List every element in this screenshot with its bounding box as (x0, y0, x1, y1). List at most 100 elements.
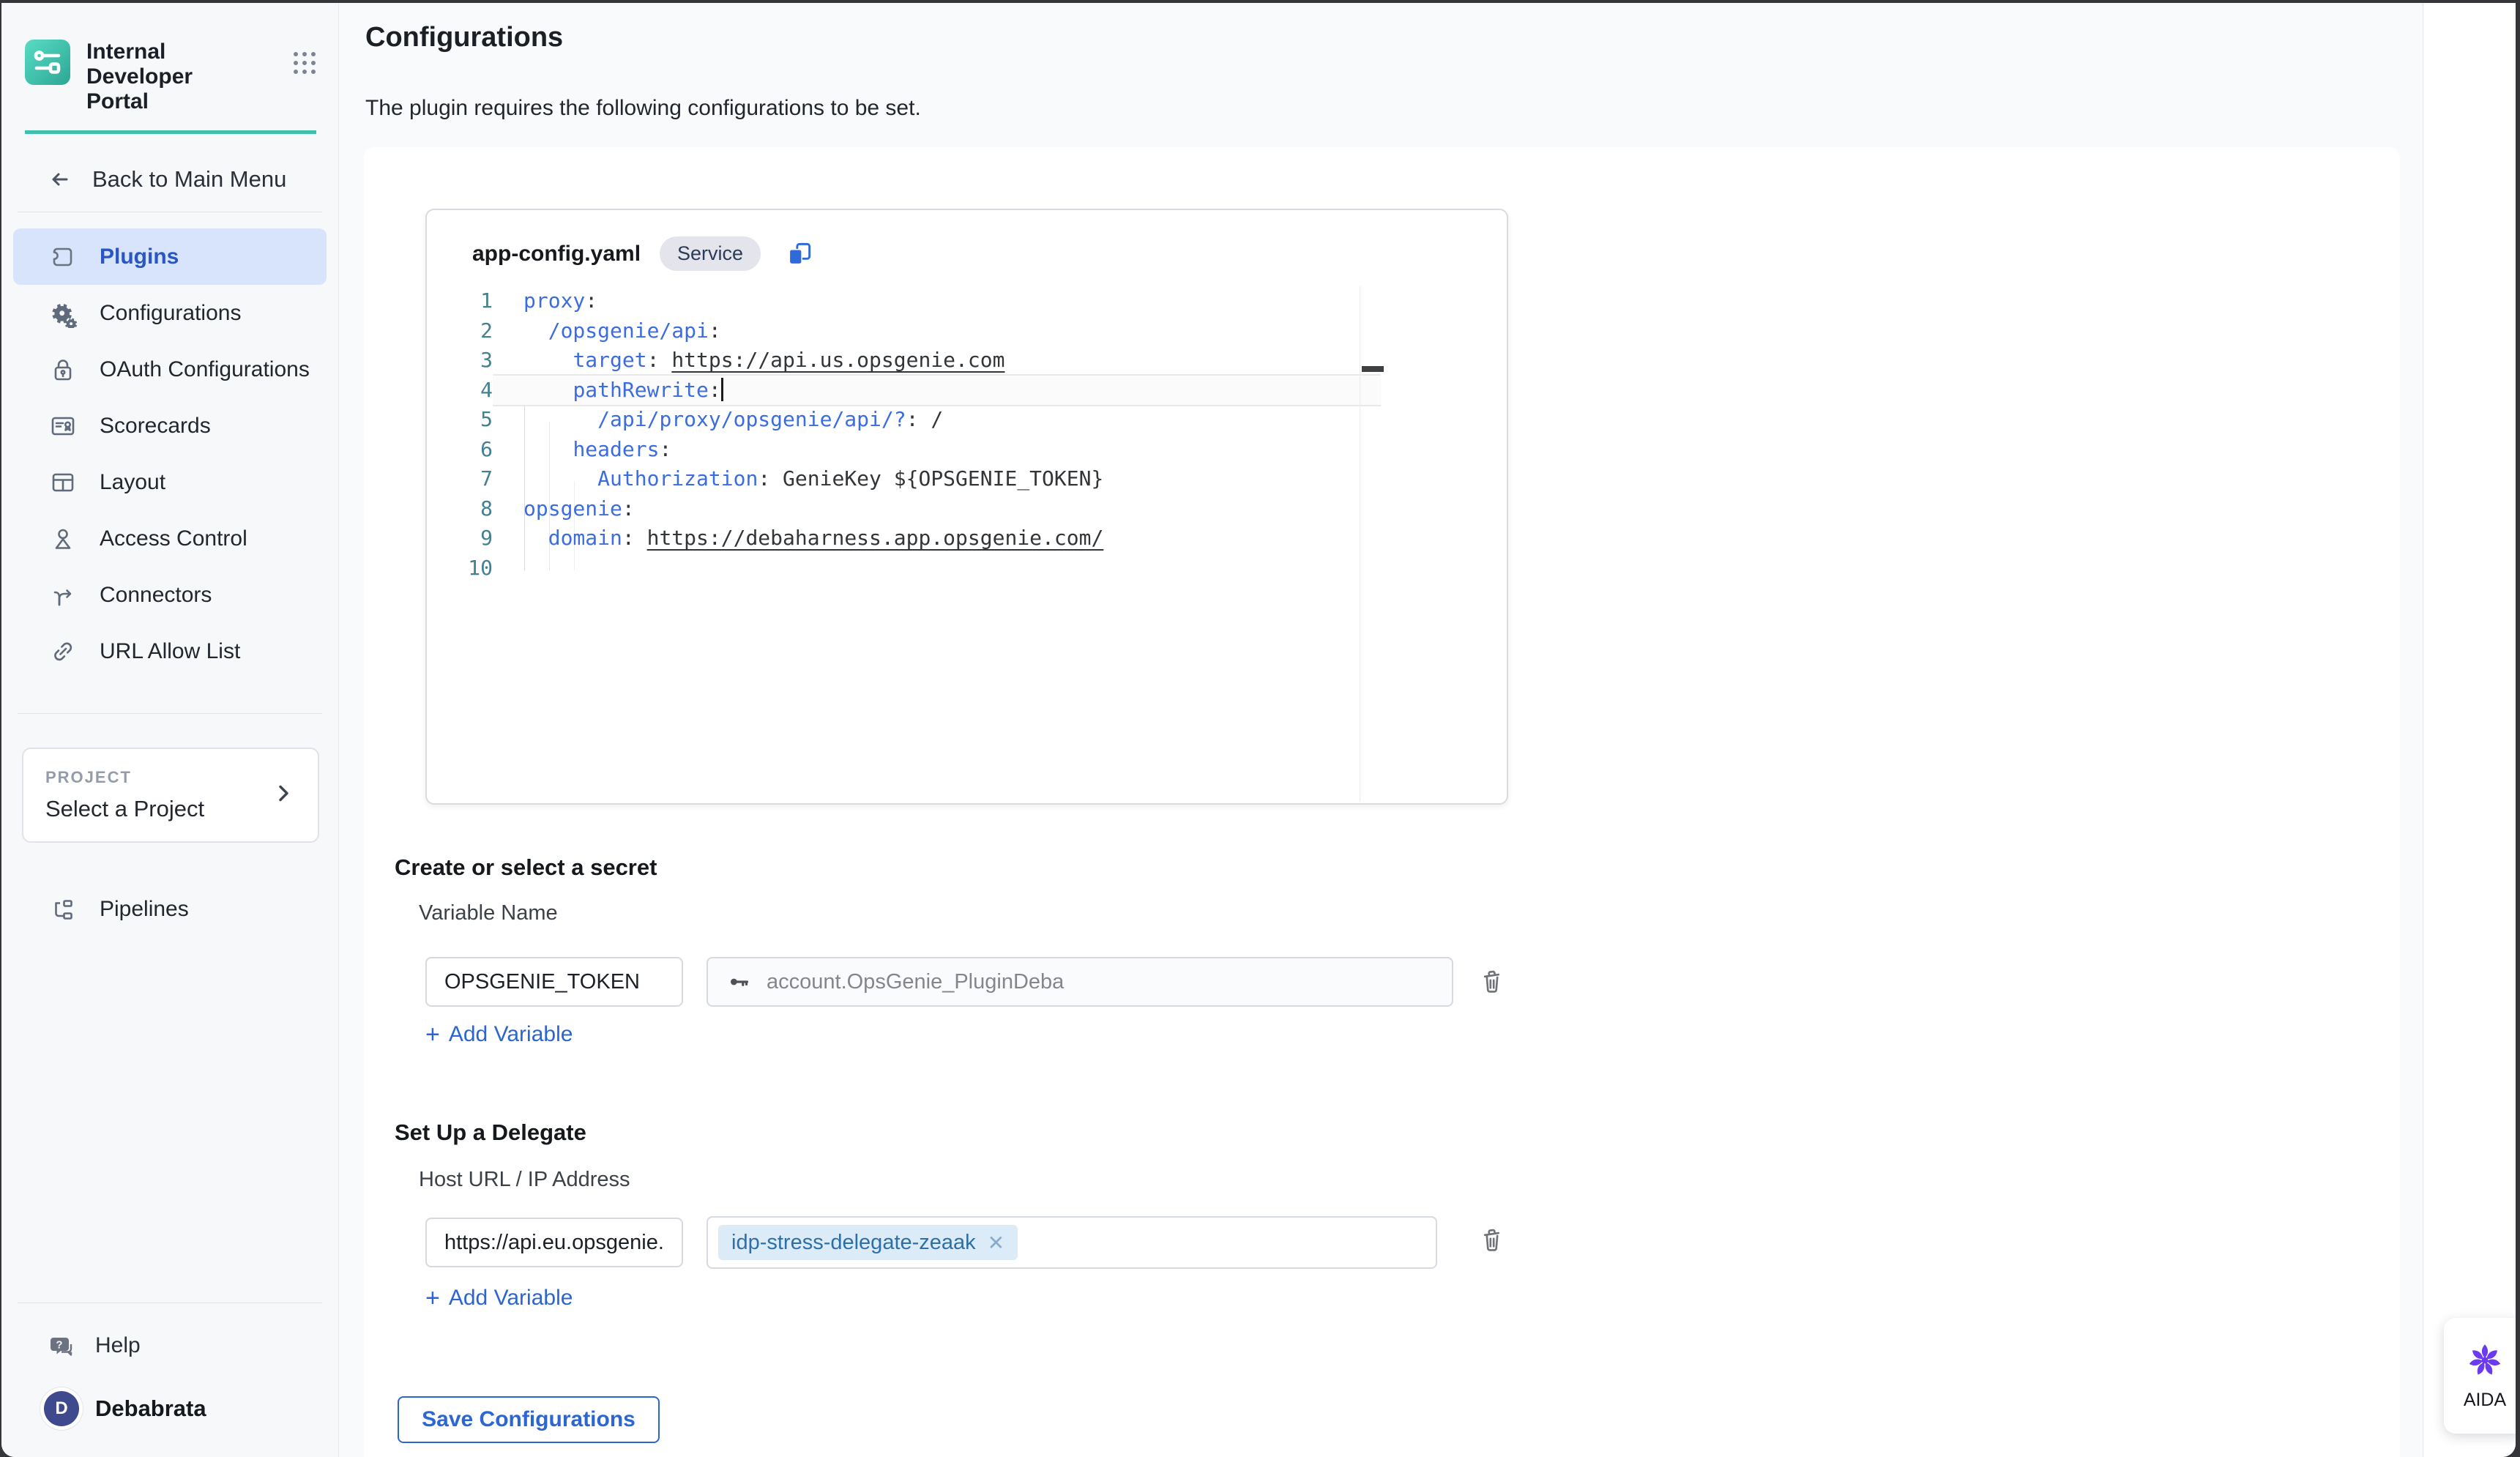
back-label: Back to Main Menu (92, 166, 286, 193)
secret-select-field[interactable]: account.OpsGenie_PluginDeba (707, 957, 1453, 1007)
sidebar-nav: Plugins Configurations OAuth Configurati… (1, 228, 338, 679)
code-line[interactable]: 1 proxy: (427, 286, 1507, 316)
aida-assistant-button[interactable]: AIDA (2444, 1318, 2516, 1434)
line-number: 3 (427, 346, 493, 376)
sidebar-item-label: Access Control (100, 526, 247, 551)
sidebar-item-url-allow-list[interactable]: URL Allow List (13, 623, 327, 679)
save-configurations-button[interactable]: Save Configurations (398, 1396, 660, 1443)
line-number: 8 (427, 494, 493, 524)
code-line[interactable]: 6 headers: (427, 435, 1507, 465)
gears-icon (48, 299, 78, 328)
key-icon (726, 968, 753, 996)
variable-name-input[interactable] (425, 957, 683, 1007)
sidebar-item-label: Plugins (100, 245, 179, 269)
delete-secret-icon[interactable] (1476, 964, 1508, 1000)
person-icon (48, 524, 78, 554)
host-url-input[interactable] (425, 1218, 683, 1267)
code-editor[interactable]: 1 proxy: 2 /opsgenie/api: 3 target: http… (427, 286, 1507, 803)
editor-filename: app-config.yaml (472, 242, 641, 267)
help-button[interactable]: Help (1, 1303, 338, 1360)
delegate-section-heading: Set Up a Delegate (395, 1119, 586, 1146)
code-line[interactable]: 4 pathRewrite: (427, 376, 1507, 406)
entity-type-badge: Service (660, 236, 761, 271)
project-value: Select a Project (45, 796, 300, 822)
sidebar-item-scorecards[interactable]: Scorecards (13, 398, 327, 454)
remove-tag-icon[interactable]: ✕ (988, 1231, 1004, 1255)
pipelines-label: Pipelines (100, 897, 189, 922)
line-number: 1 (427, 286, 493, 316)
brand: Internal Developer Portal (1, 3, 338, 114)
sidebar-item-pipelines[interactable]: Pipelines (13, 881, 327, 937)
avatar: D (44, 1391, 79, 1426)
chevron-right-icon (271, 780, 299, 811)
line-number: 10 (427, 554, 493, 584)
puzzle-icon (48, 242, 78, 272)
line-number: 9 (427, 523, 493, 554)
delete-delegate-icon[interactable] (1476, 1222, 1508, 1259)
user-name: Debabrata (95, 1395, 206, 1422)
scorecard-icon (48, 411, 78, 441)
sidebar-item-label: Scorecards (100, 414, 211, 439)
right-rail: AIDA (2423, 3, 2516, 1457)
link-icon (48, 637, 78, 666)
code-line[interactable]: 8 opsgenie: (427, 494, 1507, 524)
sidebar-item-access-control[interactable]: Access Control (13, 510, 327, 567)
yaml-editor-card: app-config.yaml Service 1 proxy: 2 /opsg… (425, 209, 1508, 805)
line-number: 6 (427, 435, 493, 465)
lock-icon (48, 355, 78, 384)
line-number: 2 (427, 316, 493, 346)
code-line[interactable]: 9 domain: https://debaharness.app.opsgen… (427, 523, 1507, 554)
line-number: 7 (427, 464, 493, 494)
user-menu[interactable]: D Debabrata (1, 1360, 338, 1436)
arrow-left-icon (47, 166, 73, 193)
sidebar-item-oauth-configurations[interactable]: OAuth Configurations (13, 341, 327, 398)
brand-title: Internal Developer Portal (86, 40, 255, 114)
add-variable-label: Add Variable (449, 1286, 573, 1311)
code-line[interactable]: 5 /api/proxy/opsgenie/api/?: / (427, 405, 1507, 435)
project-selector[interactable]: PROJECT Select a Project (22, 748, 319, 843)
help-icon (47, 1331, 76, 1360)
sidebar-item-label: Layout (100, 470, 165, 495)
variable-name-label: Variable Name (419, 901, 558, 925)
plus-icon: + (425, 1287, 440, 1309)
plus-icon: + (425, 1024, 440, 1046)
main-content: Configurations The plugin requires the f… (339, 3, 2423, 1457)
sidebar-item-plugins[interactable]: Plugins (13, 228, 327, 285)
copy-icon[interactable] (784, 239, 815, 269)
sidebar-item-label: Connectors (100, 583, 212, 608)
sidebar-item-label: OAuth Configurations (100, 357, 310, 382)
add-variable-button-secret[interactable]: + Add Variable (425, 1022, 573, 1047)
line-number: 5 (427, 405, 493, 435)
configurations-panel: app-config.yaml Service 1 proxy: 2 /opsg… (364, 147, 2400, 1457)
code-line[interactable]: 7 Authorization: GenieKey ${OPSGENIE_TOK… (427, 464, 1507, 494)
app-window: Internal Developer Portal Back to Main M… (1, 3, 2516, 1457)
line-number: 4 (427, 376, 493, 406)
sidebar-footer: Help D Debabrata (1, 1303, 338, 1457)
sidebar-item-configurations[interactable]: Configurations (13, 285, 327, 341)
delegate-tag-label: idp-stress-delegate-zeaak (731, 1231, 976, 1255)
code-line[interactable]: 2 /opsgenie/api: (427, 316, 1507, 346)
delegate-tags-field[interactable]: idp-stress-delegate-zeaak ✕ (707, 1216, 1437, 1269)
sidebar-item-label: Configurations (100, 301, 241, 326)
branch-icon (48, 581, 78, 610)
app-grid-icon[interactable] (290, 48, 319, 81)
add-variable-button-delegate[interactable]: + Add Variable (425, 1286, 573, 1311)
delegate-tag-chip: idp-stress-delegate-zeaak ✕ (718, 1225, 1018, 1260)
host-url-label: Host URL / IP Address (419, 1168, 630, 1192)
aida-flower-icon (2466, 1341, 2504, 1379)
idp-logo-icon (25, 40, 70, 85)
code-line[interactable]: 3 target: https://api.us.opsgenie.com (427, 346, 1507, 376)
secret-value: account.OpsGenie_PluginDeba (767, 970, 1064, 994)
editor-scrollbar-thumb[interactable] (1362, 366, 1384, 372)
sidebar-item-connectors[interactable]: Connectors (13, 567, 327, 623)
project-label: PROJECT (45, 768, 300, 787)
aida-label: AIDA (2464, 1390, 2506, 1411)
code-line[interactable]: 10 (427, 554, 1507, 584)
sidebar-item-layout[interactable]: Layout (13, 454, 327, 510)
secret-section-heading: Create or select a secret (395, 854, 657, 881)
add-variable-label: Add Variable (449, 1022, 573, 1047)
sidebar: Internal Developer Portal Back to Main M… (1, 3, 339, 1457)
back-to-main-menu[interactable]: Back to Main Menu (1, 134, 338, 212)
divider (18, 713, 322, 714)
help-label: Help (95, 1333, 141, 1358)
